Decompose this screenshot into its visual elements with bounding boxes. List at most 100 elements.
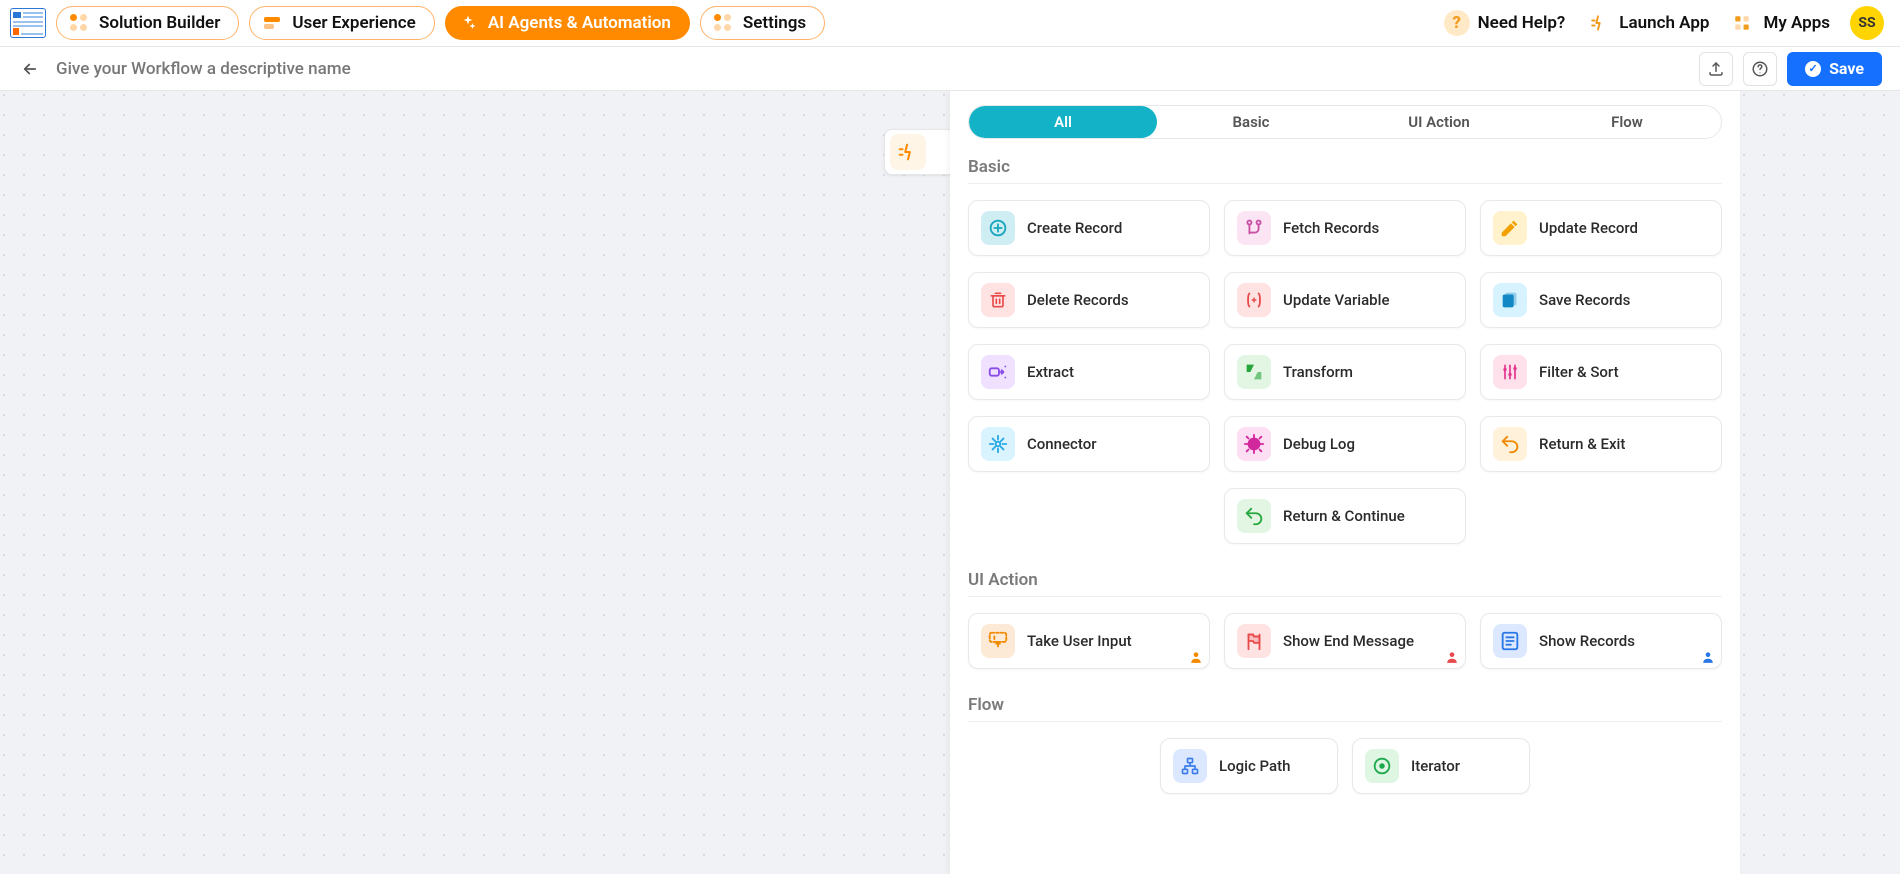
card-label: Take User Input bbox=[1027, 632, 1132, 650]
dots-icon bbox=[69, 13, 89, 33]
steps-panel: All Basic UI Action Flow Basic Create Rec… bbox=[950, 91, 1740, 874]
card-label: Delete Records bbox=[1027, 291, 1129, 309]
save-icon bbox=[1493, 283, 1527, 317]
bars-icon bbox=[262, 13, 282, 33]
section-title: Flow bbox=[968, 695, 1722, 722]
pen-icon bbox=[1493, 211, 1527, 245]
sliders-icon bbox=[1493, 355, 1527, 389]
tab-label: User Experience bbox=[292, 13, 415, 33]
card-label: Debug Log bbox=[1283, 435, 1355, 453]
tab-user-experience[interactable]: User Experience bbox=[249, 6, 434, 40]
avatar[interactable]: SS bbox=[1850, 6, 1884, 40]
step-card-delete-records[interactable]: Delete Records bbox=[968, 272, 1210, 328]
panel-tab-basic[interactable]: Basic bbox=[1157, 106, 1345, 138]
step-card-transform[interactable]: Transform bbox=[1224, 344, 1466, 400]
grid-icon bbox=[1729, 10, 1755, 36]
step-card-save-records[interactable]: Save Records bbox=[1480, 272, 1722, 328]
tab-label: Solution Builder bbox=[99, 13, 220, 33]
user-badge-icon bbox=[1189, 650, 1203, 664]
form-icon bbox=[981, 624, 1015, 658]
section-title: Basic bbox=[968, 157, 1722, 184]
conn-icon bbox=[981, 427, 1015, 461]
panel-tab-ui-action[interactable]: UI Action bbox=[1345, 106, 1533, 138]
section-title: UI Action bbox=[968, 570, 1722, 597]
tab-label: Settings bbox=[743, 13, 806, 33]
card-label: Update Record bbox=[1539, 219, 1638, 237]
bug-icon bbox=[1237, 427, 1271, 461]
step-card-iterator[interactable]: Iterator bbox=[1352, 738, 1530, 794]
save-label: Save bbox=[1829, 59, 1864, 78]
tab-label: AI Agents & Automation bbox=[488, 13, 671, 33]
flag-icon bbox=[1237, 624, 1271, 658]
list-icon bbox=[1493, 624, 1527, 658]
help-icon: ? bbox=[1444, 10, 1470, 36]
bolt-icon bbox=[1585, 10, 1611, 36]
panel-tabs: All Basic UI Action Flow bbox=[968, 105, 1722, 139]
sparkle-icon bbox=[458, 13, 478, 33]
back-button[interactable] bbox=[14, 53, 46, 85]
card-label: Return & Continue bbox=[1283, 507, 1405, 525]
my-apps-button[interactable]: My Apps bbox=[1729, 10, 1830, 36]
card-label: Return & Exit bbox=[1539, 435, 1625, 453]
help-button[interactable]: ? Need Help? bbox=[1444, 10, 1566, 36]
launch-app-button[interactable]: Launch App bbox=[1585, 10, 1709, 36]
card-label: Extract bbox=[1027, 363, 1074, 381]
transform-icon bbox=[1237, 355, 1271, 389]
step-card-filter-sort[interactable]: Filter & Sort bbox=[1480, 344, 1722, 400]
step-card-debug-log[interactable]: Debug Log bbox=[1224, 416, 1466, 472]
step-card-update-variable[interactable]: Update Variable bbox=[1224, 272, 1466, 328]
step-card-show-end-message[interactable]: Show End Message bbox=[1224, 613, 1466, 669]
card-label: Update Variable bbox=[1283, 291, 1389, 309]
help-label: Need Help? bbox=[1478, 13, 1566, 33]
return-icon bbox=[1237, 499, 1271, 533]
card-label: Save Records bbox=[1539, 291, 1630, 309]
bolt-icon bbox=[890, 134, 926, 170]
tab-ai-agents-automation[interactable]: AI Agents & Automation bbox=[445, 6, 690, 40]
card-label: Create Record bbox=[1027, 219, 1122, 237]
tab-solution-builder[interactable]: Solution Builder bbox=[56, 6, 239, 40]
dots-icon bbox=[713, 13, 733, 33]
sub-bar: ✓ Save bbox=[0, 47, 1900, 91]
card-label: Connector bbox=[1027, 435, 1097, 453]
step-card-fetch-records[interactable]: Fetch Records bbox=[1224, 200, 1466, 256]
check-icon: ✓ bbox=[1805, 61, 1821, 77]
step-card-logic-path[interactable]: Logic Path bbox=[1160, 738, 1338, 794]
workflow-canvas[interactable]: All Basic UI Action Flow Basic Create Rec… bbox=[0, 91, 1900, 874]
card-label: Filter & Sort bbox=[1539, 363, 1619, 381]
user-badge-icon bbox=[1445, 650, 1459, 664]
step-card-connector[interactable]: Connector bbox=[968, 416, 1210, 472]
panel-tab-flow[interactable]: Flow bbox=[1533, 106, 1721, 138]
step-card-create-record[interactable]: Create Record bbox=[968, 200, 1210, 256]
tree-icon bbox=[1173, 749, 1207, 783]
launch-label: Launch App bbox=[1619, 13, 1709, 33]
step-card-take-user-input[interactable]: Take User Input bbox=[968, 613, 1210, 669]
myapps-label: My Apps bbox=[1763, 13, 1830, 33]
top-bar: Solution Builder User Experience AI Agen… bbox=[0, 0, 1900, 47]
pull-icon bbox=[1237, 211, 1271, 245]
step-card-return-continue[interactable]: Return & Continue bbox=[1224, 488, 1466, 544]
loop-icon bbox=[1365, 749, 1399, 783]
step-card-extract[interactable]: Extract bbox=[968, 344, 1210, 400]
brand-logo bbox=[10, 8, 46, 38]
workflow-name-input[interactable] bbox=[56, 59, 1699, 79]
plus-icon bbox=[981, 211, 1015, 245]
card-label: Show Records bbox=[1539, 632, 1635, 650]
card-label: Logic Path bbox=[1219, 757, 1290, 775]
step-card-show-records[interactable]: Show Records bbox=[1480, 613, 1722, 669]
card-label: Transform bbox=[1283, 363, 1353, 381]
card-label: Fetch Records bbox=[1283, 219, 1379, 237]
step-card-return-exit[interactable]: Return & Exit bbox=[1480, 416, 1722, 472]
card-label: Iterator bbox=[1411, 757, 1460, 775]
trash-icon bbox=[981, 283, 1015, 317]
var-icon bbox=[1237, 283, 1271, 317]
help-info-button[interactable] bbox=[1743, 52, 1777, 86]
avatar-initials: SS bbox=[1858, 15, 1875, 31]
step-card-update-record[interactable]: Update Record bbox=[1480, 200, 1722, 256]
panel-tab-all[interactable]: All bbox=[969, 106, 1157, 138]
return-icon bbox=[1493, 427, 1527, 461]
card-label: Show End Message bbox=[1283, 632, 1414, 650]
save-button[interactable]: ✓ Save bbox=[1787, 52, 1882, 86]
export-button[interactable] bbox=[1699, 52, 1733, 86]
tab-settings[interactable]: Settings bbox=[700, 6, 825, 40]
extract-icon bbox=[981, 355, 1015, 389]
